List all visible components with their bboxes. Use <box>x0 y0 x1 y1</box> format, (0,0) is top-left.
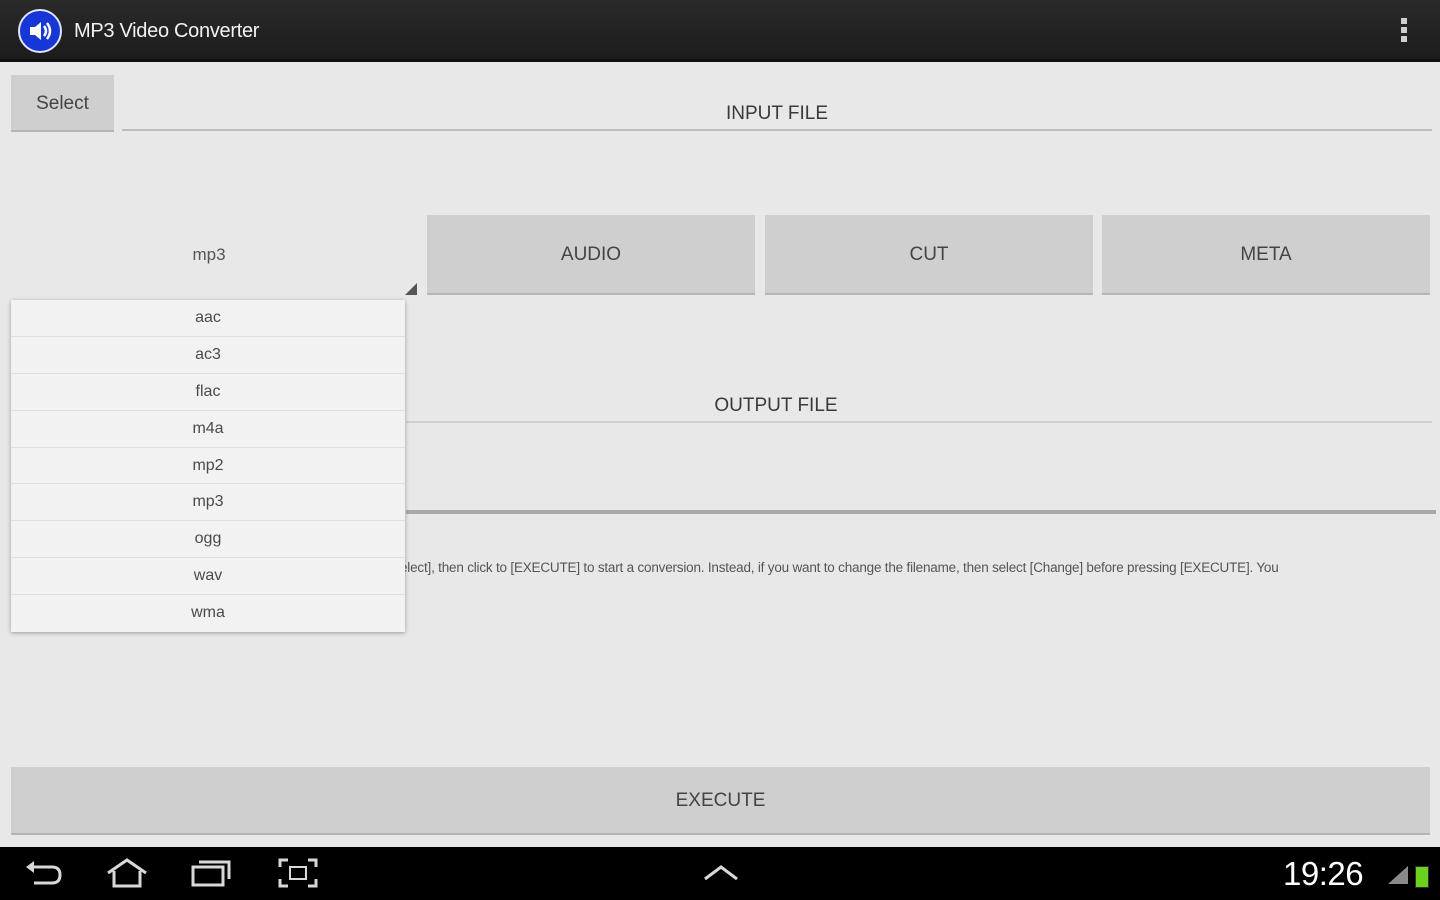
dropdown-option-mp3[interactable]: mp3 <box>11 484 405 522</box>
screenshot-icon[interactable] <box>277 857 319 889</box>
format-dropdown-list: aac ac3 flac m4a mp2 mp3 ogg wav wma <box>11 300 405 632</box>
status-clock: 19:26 <box>1283 855 1364 892</box>
speaker-icon <box>18 9 62 53</box>
format-spinner-value: mp3 <box>192 245 226 264</box>
dropdown-option-ac3[interactable]: ac3 <box>11 337 405 374</box>
execute-button[interactable]: EXECUTE <box>11 767 1430 835</box>
dropdown-option-wma[interactable]: wma <box>11 595 405 632</box>
input-file-field[interactable]: INPUT FILE <box>122 103 1432 125</box>
help-text: elect], then click to [EXECUTE] to start… <box>400 560 1279 575</box>
output-file-field[interactable]: OUTPUT FILE <box>406 395 1146 417</box>
app-title: MP3 Video Converter <box>74 20 260 42</box>
chevron-up-icon[interactable] <box>702 863 740 883</box>
audio-button[interactable]: AUDIO <box>427 215 755 295</box>
signal-icon <box>1388 866 1408 884</box>
overflow-menu-icon[interactable] <box>1396 16 1412 48</box>
spinner-arrow-icon <box>405 283 417 295</box>
input-file-underline <box>122 129 1432 131</box>
cut-button[interactable]: CUT <box>765 215 1093 295</box>
format-spinner[interactable]: mp3 <box>11 215 417 295</box>
home-icon[interactable] <box>104 857 150 889</box>
output-file-underline <box>406 421 1432 423</box>
action-bar: MP3 Video Converter <box>0 0 1440 62</box>
progress-bar <box>406 510 1436 514</box>
dropdown-option-mp2[interactable]: mp2 <box>11 448 405 485</box>
select-button[interactable]: Select <box>11 75 114 132</box>
back-icon[interactable] <box>24 857 66 889</box>
recent-apps-icon[interactable] <box>189 857 233 889</box>
dropdown-option-aac[interactable]: aac <box>11 300 405 337</box>
meta-button[interactable]: META <box>1102 215 1430 295</box>
dropdown-option-wav[interactable]: wav <box>11 558 405 596</box>
battery-icon <box>1415 866 1429 888</box>
dropdown-option-ogg[interactable]: ogg <box>11 521 405 559</box>
navigation-bar <box>0 847 1440 900</box>
dropdown-option-m4a[interactable]: m4a <box>11 411 405 448</box>
dropdown-option-flac[interactable]: flac <box>11 374 405 411</box>
